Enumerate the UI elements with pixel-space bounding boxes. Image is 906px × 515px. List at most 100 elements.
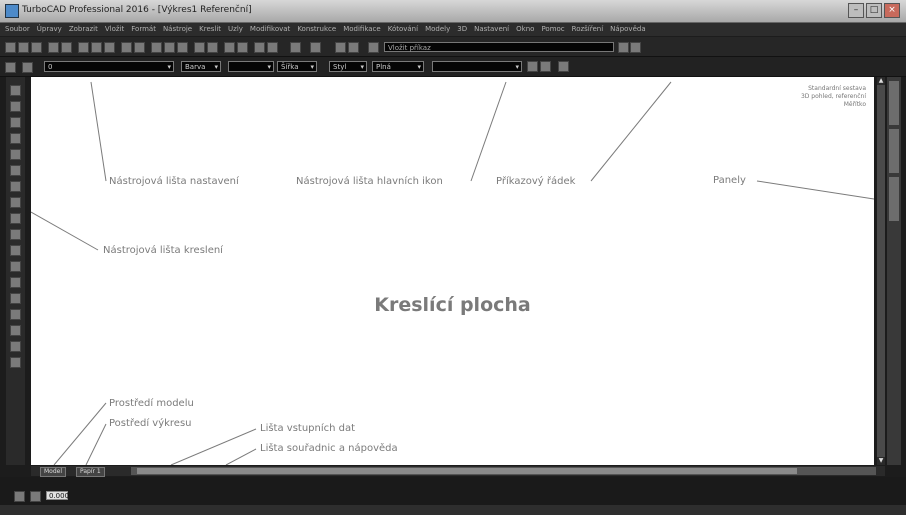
arc-tool-icon[interactable] xyxy=(10,149,21,160)
new-file-icon[interactable] xyxy=(5,42,16,53)
menu-item[interactable]: Uzly xyxy=(228,23,243,36)
menu-item[interactable]: 3D xyxy=(457,23,467,36)
cut-icon[interactable] xyxy=(78,42,89,53)
menu-item[interactable]: Nápověda xyxy=(610,23,645,36)
menu-item[interactable]: Úpravy xyxy=(37,23,62,36)
properties-icon[interactable] xyxy=(267,42,278,53)
layer-settings-icon[interactable] xyxy=(5,62,16,73)
grid-icon[interactable] xyxy=(348,42,359,53)
command-history-icon[interactable] xyxy=(630,42,641,53)
menu-item[interactable]: Kreslit xyxy=(199,23,221,36)
select-icon[interactable] xyxy=(290,42,301,53)
label-command-row: Příkazový řádek xyxy=(496,176,576,187)
zoom-in-icon[interactable] xyxy=(151,42,162,53)
match-properties-icon[interactable] xyxy=(558,61,569,72)
copy-icon[interactable] xyxy=(91,42,102,53)
coordinate-input[interactable]: 0.000 xyxy=(46,491,69,500)
menu-item[interactable]: Modely xyxy=(425,23,450,36)
dimension-tool-icon[interactable] xyxy=(10,245,21,256)
undo-icon[interactable] xyxy=(121,42,132,53)
linetype-select[interactable] xyxy=(228,61,274,73)
vertical-scrollbar[interactable] xyxy=(877,77,885,465)
rotate-tool-icon[interactable] xyxy=(10,325,21,336)
pattern-select[interactable] xyxy=(432,61,522,73)
line-tool-icon[interactable] xyxy=(10,85,21,96)
panels-bar xyxy=(887,77,901,465)
print-icon[interactable] xyxy=(48,42,59,53)
pan-icon[interactable] xyxy=(194,42,205,53)
drawing-area-title: Kreslící plocha xyxy=(374,294,531,316)
tab-paper[interactable]: Papír 1 xyxy=(76,467,105,477)
menu-item[interactable]: Modifikovat xyxy=(250,23,290,36)
close-button[interactable]: × xyxy=(884,3,900,18)
text-tool-icon[interactable] xyxy=(10,229,21,240)
redo-icon[interactable] xyxy=(134,42,145,53)
maximize-button[interactable]: □ xyxy=(866,3,882,18)
view-icon[interactable] xyxy=(224,42,235,53)
layer-select[interactable]: 0 xyxy=(44,61,174,73)
label-panels: Panely xyxy=(713,175,746,186)
menu-item[interactable]: Vložit xyxy=(105,23,124,36)
style-select[interactable]: Styl xyxy=(329,61,367,73)
paste-icon[interactable] xyxy=(104,42,115,53)
zoom-out-icon[interactable] xyxy=(164,42,175,53)
menu-item[interactable]: Formát xyxy=(131,23,156,36)
ellipse-tool-icon[interactable] xyxy=(10,181,21,192)
linestyle-select[interactable]: Plná xyxy=(372,61,424,73)
menu-item[interactable]: Konstrukce xyxy=(297,23,336,36)
menu-item[interactable]: Pomoc xyxy=(541,23,564,36)
menu-item[interactable]: Kótování xyxy=(388,23,418,36)
point-tool-icon[interactable] xyxy=(10,213,21,224)
polygon-tool-icon[interactable] xyxy=(10,197,21,208)
3d-tool-icon[interactable] xyxy=(10,357,21,368)
input-mode-icon[interactable] xyxy=(14,491,25,502)
menu-item[interactable]: Okno xyxy=(516,23,534,36)
save-icon[interactable] xyxy=(31,42,42,53)
line-width-select[interactable]: Šířka xyxy=(277,61,317,73)
input-option-icon[interactable] xyxy=(30,491,41,502)
panel-tab[interactable] xyxy=(889,129,899,173)
zoom-extents-icon[interactable] xyxy=(177,42,188,53)
menu-item[interactable]: Nastavení xyxy=(474,23,509,36)
property-icon[interactable] xyxy=(527,61,538,72)
rectangle-tool-icon[interactable] xyxy=(10,117,21,128)
callout-line xyxy=(756,180,874,200)
layers-icon[interactable] xyxy=(254,42,265,53)
minimize-button[interactable]: – xyxy=(848,3,864,18)
circle-tool-icon[interactable] xyxy=(10,133,21,144)
menu-item[interactable]: Soubor xyxy=(5,23,30,36)
panel-tab[interactable] xyxy=(889,81,899,125)
render-icon[interactable] xyxy=(237,42,248,53)
tab-model[interactable]: Model xyxy=(40,467,67,477)
menu-item[interactable]: Nástroje xyxy=(163,23,192,36)
layer-visibility-icon[interactable] xyxy=(22,62,33,73)
curve-tool-icon[interactable] xyxy=(10,165,21,176)
status-bar xyxy=(0,505,906,515)
hatch-tool-icon[interactable] xyxy=(10,261,21,272)
insert-tool-icon[interactable] xyxy=(10,277,21,288)
label-settings-toolbar: Nástrojová lišta nastavení xyxy=(109,176,239,187)
scroll-up-icon[interactable]: ▲ xyxy=(877,77,885,85)
snap-icon[interactable] xyxy=(335,42,346,53)
drawing-area[interactable]: Standardní sestava 3D pohled, referenční… xyxy=(31,77,874,465)
label-paper-space: Postředí výkresu xyxy=(109,418,192,429)
menu-item[interactable]: Zobrazit xyxy=(69,23,98,36)
color-select[interactable]: Barva xyxy=(181,61,221,73)
polyline-tool-icon[interactable] xyxy=(10,101,21,112)
modify-tool-icon[interactable] xyxy=(10,293,21,304)
redraw-icon[interactable] xyxy=(207,42,218,53)
panel-tab[interactable] xyxy=(889,177,899,221)
open-file-icon[interactable] xyxy=(18,42,29,53)
horizontal-scroll-thumb[interactable] xyxy=(137,468,797,474)
move-tool-icon[interactable] xyxy=(10,309,21,320)
mirror-tool-icon[interactable] xyxy=(10,341,21,352)
command-run-icon[interactable] xyxy=(618,42,629,53)
help-icon[interactable] xyxy=(310,42,321,53)
command-line-input[interactable]: Vložit příkaz xyxy=(384,42,614,52)
property-reset-icon[interactable] xyxy=(540,61,551,72)
menu-item[interactable]: Rozšíření xyxy=(572,23,604,36)
print-preview-icon[interactable] xyxy=(61,42,72,53)
menu-item[interactable]: Modifikace xyxy=(343,23,381,36)
scroll-down-icon[interactable]: ▼ xyxy=(877,457,885,465)
callout-line xyxy=(170,428,257,465)
